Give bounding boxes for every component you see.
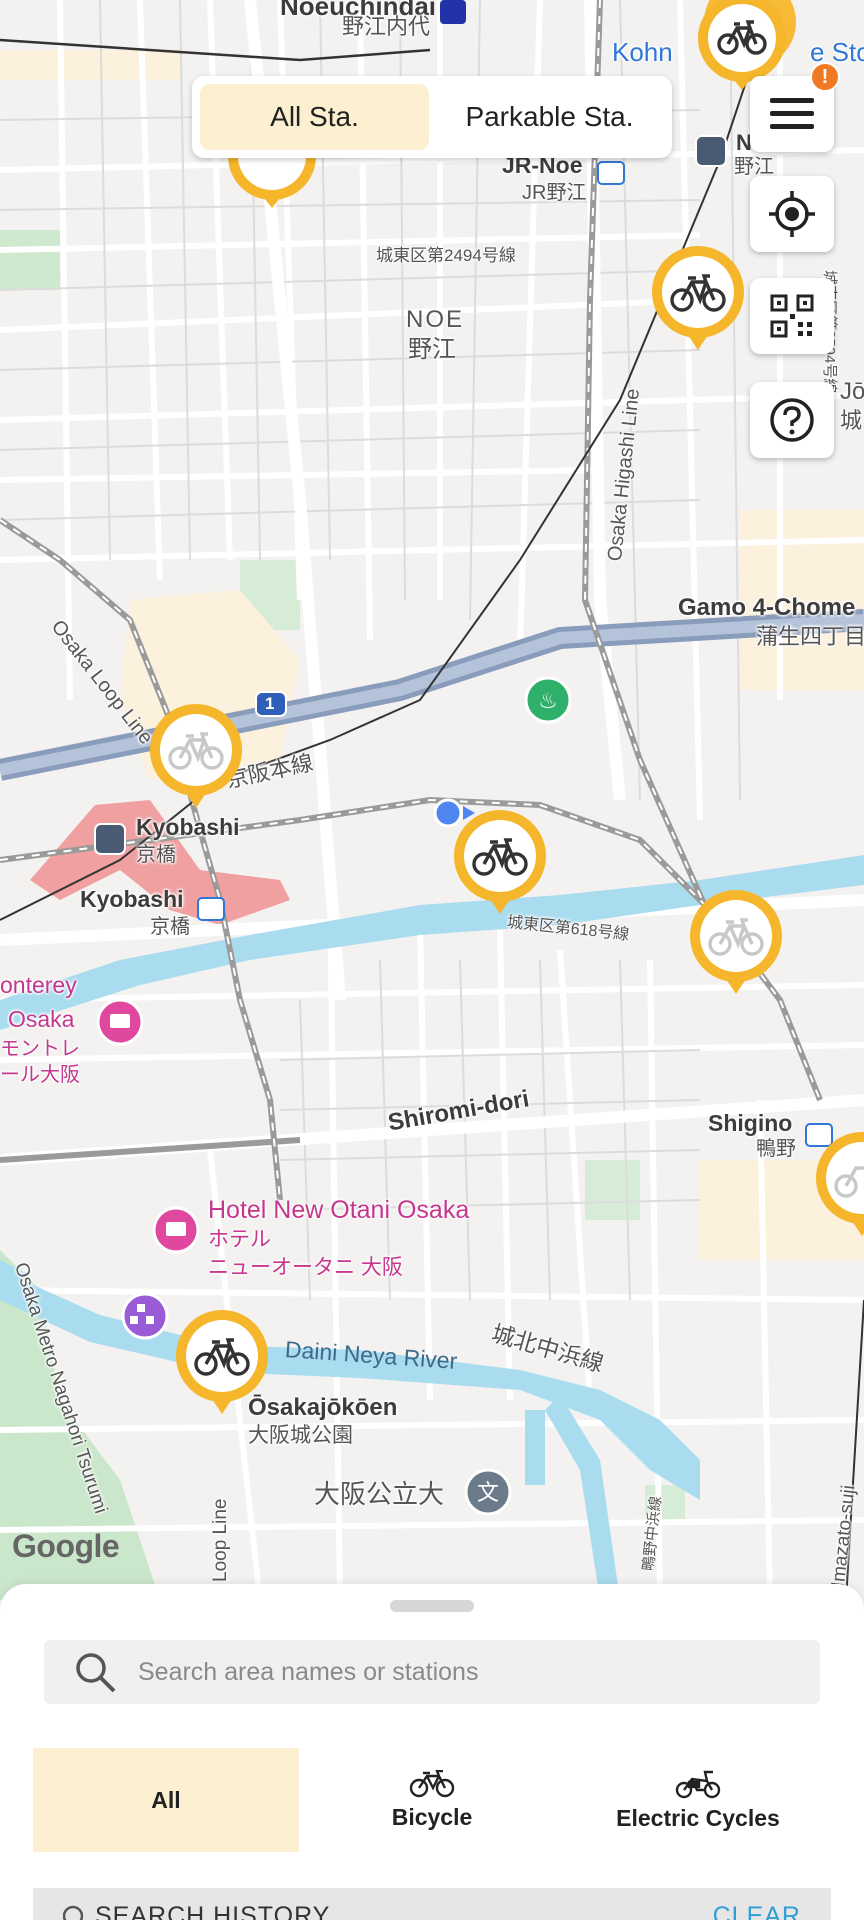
clear-history-button[interactable]: CLEAR <box>713 1902 801 1920</box>
clock-icon <box>63 1905 83 1920</box>
map-label-university: 大阪公立大 <box>314 1479 445 1509</box>
help-button[interactable] <box>750 382 834 458</box>
station-pin-shigino-north[interactable] <box>686 890 786 1002</box>
bicycle-icon <box>409 1769 455 1797</box>
map-label-hotel-jp-1: ホテル <box>208 1228 271 1251</box>
question-icon <box>770 398 814 442</box>
type-tab-electric-cycles-label: Electric Cycles <box>616 1804 780 1831</box>
map-label-kyobashi-2-jp: 京橋 <box>150 916 190 938</box>
map-label-shigino: Shigino <box>708 1110 793 1136</box>
type-tab-electric-cycles[interactable]: Electric Cycles <box>565 1748 831 1852</box>
map-label-kyobashi-2: Kyobashi <box>80 886 184 912</box>
map-label-monterey-jp-1: モントレ <box>0 1038 80 1060</box>
map-label-kyobashi-1-jp: 京橋 <box>136 844 176 866</box>
search-bar[interactable] <box>44 1640 820 1704</box>
type-tab-bicycle-label: Bicycle <box>391 1803 473 1830</box>
station-pin-central[interactable] <box>450 810 550 922</box>
map-label-hotel-jp-2: ニューオータニ 大阪 <box>208 1256 403 1279</box>
sheet-drag-handle[interactable] <box>390 1600 474 1612</box>
svg-text:文: 文 <box>477 1481 499 1506</box>
menu-button[interactable]: ! <box>750 62 840 152</box>
my-location-button[interactable] <box>750 176 834 252</box>
map-label-noe-jp: 野江 <box>408 336 456 363</box>
map-label-road-2494: 城東区第2494号線 <box>376 246 516 265</box>
map-label-hotel: Hotel New Otani Osaka <box>208 1196 470 1224</box>
parkable-stations-tab[interactable]: Parkable Sta. <box>435 84 664 150</box>
app-screen: ♨ 文 Noeuchindai 野江内代 Kohn e Sto JR-Noe J… <box>0 0 864 1920</box>
type-tab-bicycle[interactable]: Bicycle <box>299 1748 565 1852</box>
map-label-noeuchindai-jp: 野江内代 <box>342 14 431 39</box>
type-tab-all-label: All <box>151 1786 181 1813</box>
map-label-jr-noe-jp: JR野江 <box>522 182 587 204</box>
station-pin-jr-noe-east[interactable] <box>648 246 748 358</box>
map-label-kohn: Kohn <box>612 37 673 67</box>
map-label-loop-line-bottom: Loop Line <box>210 1498 231 1582</box>
map-label-noe: NOE <box>406 306 465 333</box>
station-pin-osakajokoen[interactable] <box>172 1310 272 1422</box>
map-label-gamo-jp: 蒲生四丁目 <box>756 624 864 649</box>
notification-badge: ! <box>810 62 840 92</box>
all-stations-tab[interactable]: All Sta. <box>200 84 429 150</box>
qr-code-icon <box>770 294 814 338</box>
map-label-kyobashi-1: Kyobashi <box>136 814 240 840</box>
map-view[interactable]: ♨ 文 Noeuchindai 野江内代 Kohn e Sto JR-Noe J… <box>0 0 864 1600</box>
search-history-title: SEARCH HISTORY <box>95 1902 331 1920</box>
map-label-gamo: Gamo 4-Chome <box>678 594 856 621</box>
search-input[interactable] <box>138 1657 778 1687</box>
electric-cycle-icon <box>675 1770 721 1798</box>
search-icon <box>76 1653 116 1693</box>
map-label-osakajokoen-jp: 大阪城公園 <box>248 1424 353 1447</box>
type-tab-all[interactable]: All <box>33 1748 299 1852</box>
map-label-route-1: 1 <box>265 694 275 713</box>
map-label-jo-jp: 城 <box>840 408 863 433</box>
google-logo: Google <box>12 1528 120 1564</box>
svg-text:♨: ♨ <box>538 689 558 714</box>
map-label-jo: Jō <box>840 378 864 405</box>
station-filter-toggle: All Sta. Parkable Sta. <box>192 76 672 158</box>
vehicle-type-tabs: All Bicycle Electric Cycles <box>33 1748 831 1852</box>
menu-icon <box>770 98 814 129</box>
map-label-monterey-1: onterey <box>0 972 77 998</box>
crosshair-icon <box>769 191 815 237</box>
station-pin-shigino-east[interactable] <box>812 1132 864 1244</box>
qr-scan-button[interactable] <box>750 278 834 354</box>
map-label-monterey-2: Osaka <box>8 1006 75 1032</box>
station-pin-kyobashi[interactable] <box>146 704 246 816</box>
map-label-shigino-jp: 鴨野 <box>756 1138 796 1160</box>
bottom-sheet[interactable]: All Bicycle Electric Cycles SEARCH HISTO… <box>0 1584 864 1920</box>
search-history-header: SEARCH HISTORY CLEAR <box>33 1888 831 1920</box>
map-label-monterey-jp-2: ール大阪 <box>0 1064 80 1086</box>
